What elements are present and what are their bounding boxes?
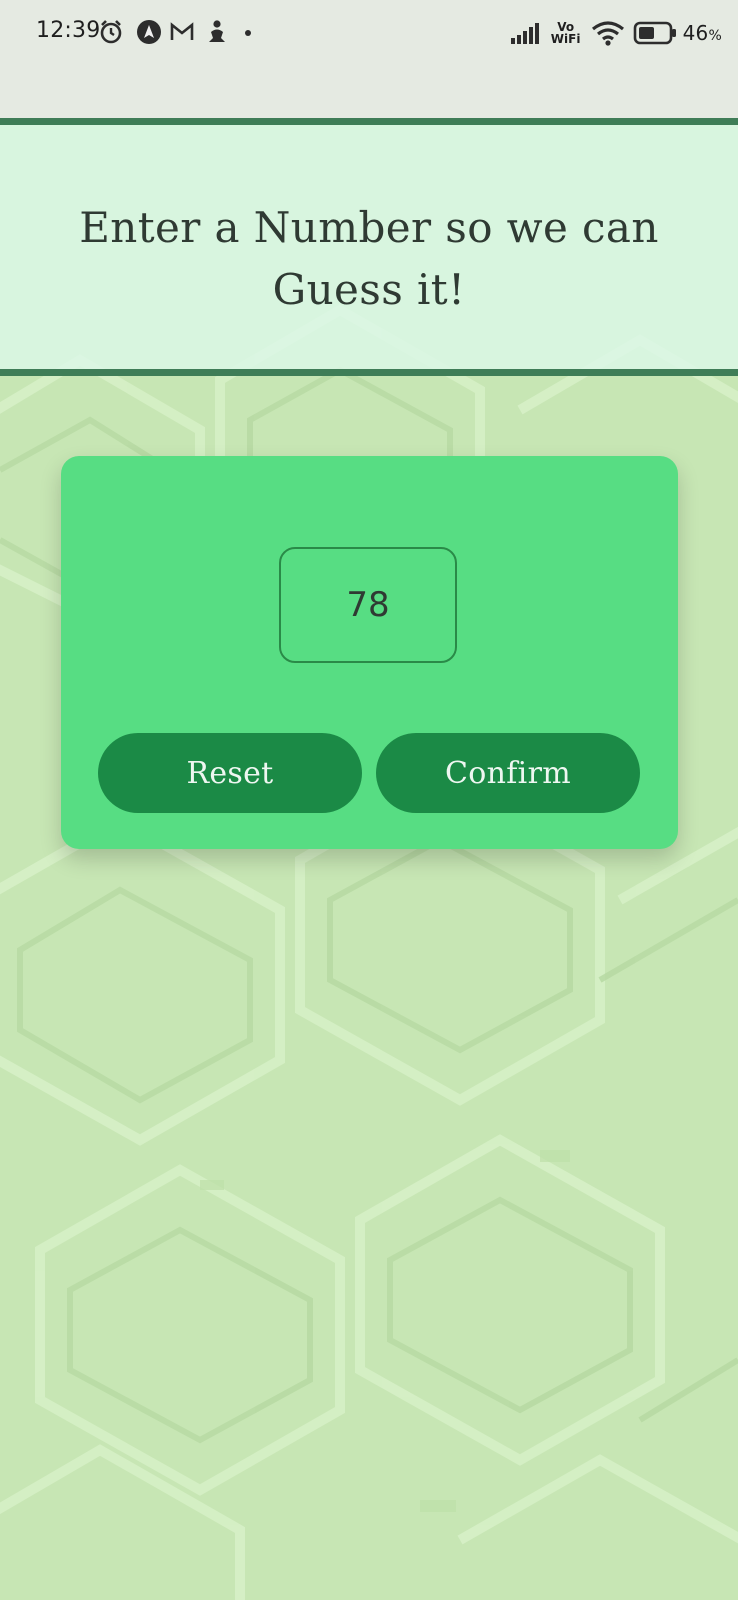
status-bar: 12:39 Vo WiFi 46% <box>0 0 738 66</box>
vowifi-indicator: Vo WiFi <box>551 18 581 48</box>
status-time: 12:39 <box>36 18 101 43</box>
battery-percentage: 46% <box>683 21 722 45</box>
notification-dot <box>245 30 251 36</box>
number-input-card: Reset Confirm <box>61 456 678 849</box>
battery-icon <box>633 21 676 45</box>
battery-unit: % <box>708 28 722 44</box>
gmail-icon <box>170 22 194 40</box>
person-icon <box>209 20 225 42</box>
reset-button[interactable]: Reset <box>98 733 362 813</box>
alarm-icon <box>100 20 122 44</box>
battery-value: 46 <box>682 21 709 45</box>
confirm-button[interactable]: Confirm <box>376 733 640 813</box>
wifi-icon <box>591 21 624 46</box>
vowifi-bottom: WiFi <box>550 32 581 46</box>
navigation-icon <box>137 20 161 44</box>
status-right-group: Vo WiFi 46% <box>509 16 722 50</box>
header-banner: Enter a Number so we can Guess it! <box>0 118 738 376</box>
number-input[interactable] <box>279 547 457 663</box>
signal-icon <box>510 23 539 44</box>
page-title: Enter a Number so we can Guess it! <box>79 203 659 314</box>
